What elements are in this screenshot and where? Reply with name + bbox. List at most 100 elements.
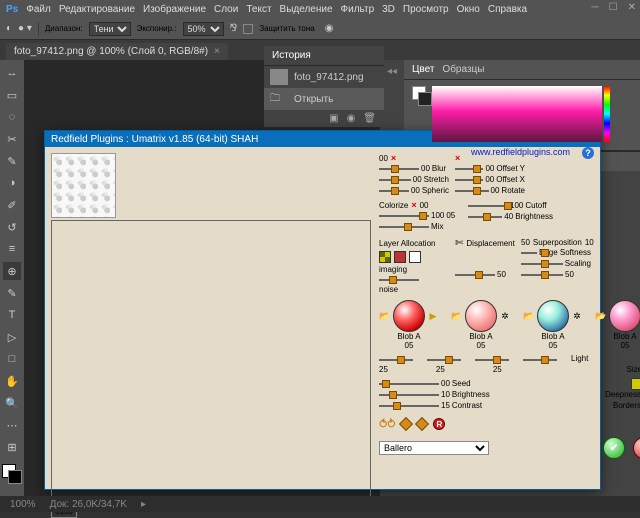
blob-preview[interactable] <box>609 300 640 332</box>
status-arrow-icon[interactable]: ▸ <box>141 499 146 510</box>
slider-disp[interactable]: 50 <box>455 269 515 280</box>
menu-item[interactable]: Файл <box>26 4 51 15</box>
blob-preview[interactable] <box>537 300 569 332</box>
open-icon[interactable]: 📂 <box>523 310 535 322</box>
slider-super[interactable]: 50 <box>521 269 591 280</box>
airbrush-icon[interactable]: ⅋ <box>230 23 238 34</box>
diamond-icon[interactable] <box>415 417 429 431</box>
scissors-icon[interactable]: ✄ <box>455 238 463 249</box>
diamond-icon[interactable] <box>399 417 413 431</box>
menu-item[interactable]: Слои <box>214 4 238 15</box>
slider-rotate[interactable]: 00Rotate <box>455 185 525 196</box>
zoom-tool[interactable]: 🔍 <box>3 394 21 412</box>
preset-select[interactable]: Ballero <box>379 441 489 455</box>
slider-blur[interactable]: 00Blur <box>379 163 449 174</box>
menu-item[interactable]: Фильтр <box>341 4 375 15</box>
pattern-swatch[interactable] <box>394 251 406 263</box>
brush-icon[interactable]: ● ▾ <box>18 23 32 34</box>
random-icon[interactable]: ⥀⥁ <box>379 417 395 431</box>
close-icon[interactable]: ✕ <box>628 2 636 13</box>
gradient-tool[interactable]: ≡ <box>3 240 21 258</box>
trash-icon[interactable]: 🗑 <box>363 113 376 124</box>
dodge-tool[interactable]: ⊕ <box>3 262 21 280</box>
doc-tab[interactable]: foto_97412.png @ 100% (Слой 0, RGB/8#) × <box>6 43 228 60</box>
open-icon[interactable]: 📂 <box>379 310 391 322</box>
pattern-swatch[interactable] <box>409 251 421 263</box>
crop-tool[interactable]: ✂ <box>3 130 21 148</box>
marquee-tool[interactable]: ▭ <box>3 86 21 104</box>
slider-stretch[interactable]: 00Stretch <box>379 174 449 185</box>
history-tab[interactable]: История <box>272 50 311 61</box>
slider-blob2[interactable] <box>427 354 469 365</box>
tab-close-icon[interactable]: × <box>214 46 220 57</box>
gear-icon[interactable]: ✲ <box>499 310 511 322</box>
pressure-icon[interactable]: ◉ <box>325 23 334 34</box>
open-icon[interactable]: 📂 <box>595 310 607 322</box>
hand-tool[interactable]: ✋ <box>3 372 21 390</box>
ok-button[interactable]: ✔ <box>603 437 625 459</box>
pencil-tool[interactable]: ✐ <box>3 196 21 214</box>
edit-toolbar[interactable]: ⊞ <box>3 438 21 456</box>
slider-blob4[interactable] <box>523 354 565 365</box>
slider-mix[interactable]: Mix <box>379 221 464 232</box>
slider-contrast[interactable]: 15Contrast Borders <box>379 400 640 411</box>
shape-tool[interactable]: □ <box>3 350 21 368</box>
blob-preview[interactable] <box>465 300 497 332</box>
menu-item[interactable]: 3D <box>382 4 395 15</box>
slider-spheric[interactable]: 00Spheric <box>379 185 449 196</box>
slider-scaling[interactable]: Scaling <box>521 258 591 269</box>
move-tool[interactable]: ↔ <box>3 64 21 82</box>
canvas-area[interactable]: История foto_97412.png 🗀 Открыть ▣ ◉ 🗑 R… <box>24 60 380 496</box>
blob-preview[interactable] <box>393 300 425 332</box>
type-tool[interactable]: T <box>3 306 21 324</box>
plugin-preview-frame[interactable] <box>51 220 371 500</box>
history-brush-tool[interactable]: ↺ <box>3 218 21 236</box>
maximize-icon[interactable]: ☐ <box>609 2 618 13</box>
hue-slider[interactable] <box>604 86 610 142</box>
range-select[interactable]: Тени <box>89 22 131 36</box>
slider-blob1[interactable] <box>379 354 421 365</box>
brush-tool[interactable]: ◑ <box>3 174 21 192</box>
exposure-select[interactable]: 50% <box>183 22 224 36</box>
path-tool[interactable]: ▷ <box>3 328 21 346</box>
cancel-button[interactable]: ✖ <box>633 437 640 459</box>
color-tab[interactable]: Цвет <box>412 64 434 75</box>
slider-edgesoft[interactable]: Edge Softness <box>521 247 591 258</box>
x-icon[interactable]: × <box>455 153 460 163</box>
menu-item[interactable]: Изображение <box>143 4 206 15</box>
protect-checkbox[interactable] <box>243 24 253 34</box>
menu-item[interactable]: Справка <box>488 4 527 15</box>
zoom-value[interactable]: 100% <box>10 499 36 510</box>
color-picker-field[interactable] <box>432 86 602 142</box>
eyedropper-tool[interactable]: ✎ <box>3 152 21 170</box>
plugin-url[interactable]: www.redfieldplugins.com <box>471 147 570 157</box>
lasso-tool[interactable]: ◌ <box>3 108 21 126</box>
x-icon[interactable]: × <box>411 200 416 210</box>
menu-item[interactable]: Просмотр <box>403 4 449 15</box>
help-icon[interactable]: ? <box>582 147 594 159</box>
gear-icon[interactable]: ✲ <box>571 310 583 322</box>
open-icon[interactable]: 📂 <box>451 310 463 322</box>
record-icon[interactable]: R <box>433 418 445 430</box>
slider-noise[interactable] <box>379 274 449 285</box>
history-state[interactable]: foto_97412.png <box>264 66 384 88</box>
slider-cutoff[interactable]: 100Cutoff <box>468 200 553 211</box>
collapse-icon[interactable]: ◂◂ <box>387 66 397 77</box>
slider-offsetx[interactable]: 00Offset X <box>455 174 525 185</box>
pattern-swatch[interactable] <box>379 251 391 263</box>
x-icon[interactable]: × <box>391 153 396 163</box>
x1-icon[interactable] <box>631 378 640 390</box>
slider-offsety[interactable]: 00Offset Y <box>455 163 525 174</box>
more-tools[interactable]: ⋯ <box>3 416 21 434</box>
color-swatches[interactable] <box>2 464 22 484</box>
doc-size[interactable]: Док: 26,0K/34,7K <box>50 499 127 510</box>
menu-item[interactable]: Текст <box>246 4 271 15</box>
camera-icon[interactable]: ◉ <box>347 113 356 124</box>
pen-tool[interactable]: ✎ <box>3 284 21 302</box>
slider-bright2[interactable]: 10Brightness Deepness <box>379 389 640 400</box>
tool-preset-icon[interactable]: ◐ <box>6 23 12 34</box>
plugin-preview[interactable] <box>51 153 116 218</box>
minimize-icon[interactable]: ─ <box>592 2 599 13</box>
slider-brightness[interactable]: 40Brightness <box>468 211 553 222</box>
menu-item[interactable]: Выделение <box>280 4 333 15</box>
